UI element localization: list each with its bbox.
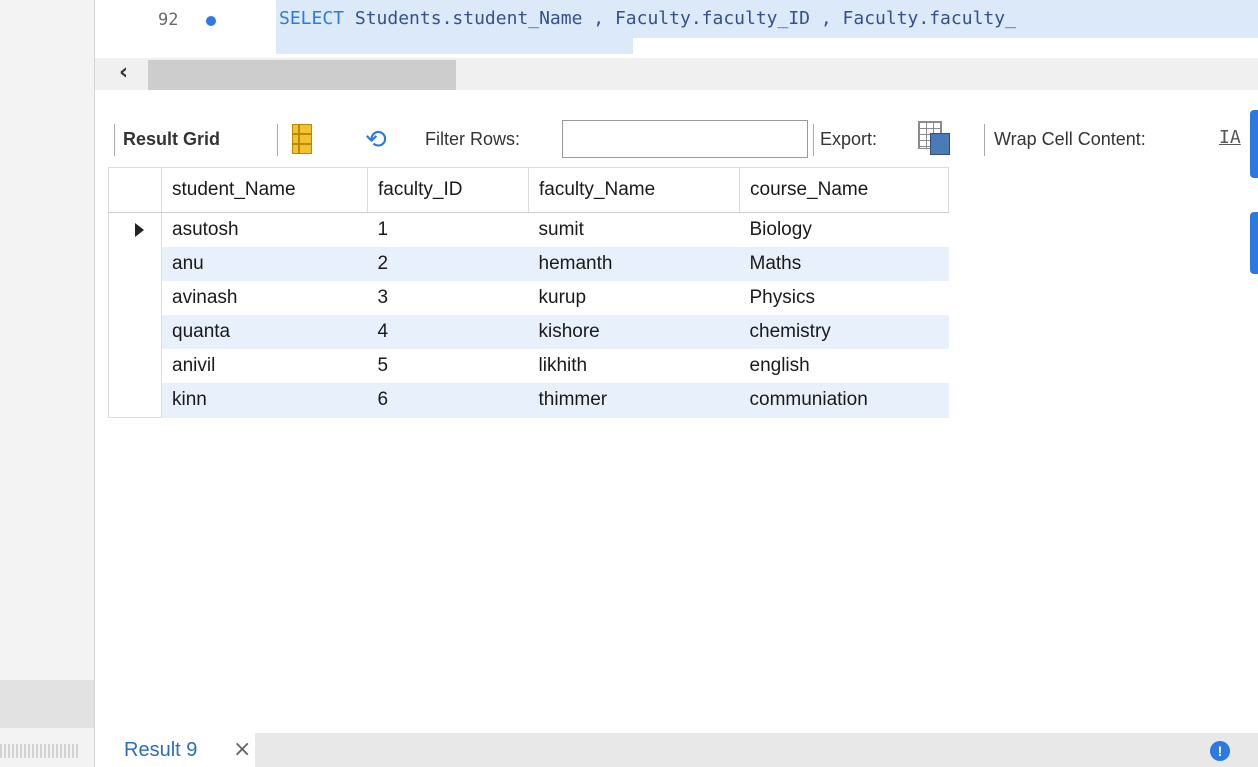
left-gutter: [0, 0, 94, 767]
column-header[interactable]: student_Name: [161, 167, 368, 213]
row-marker[interactable]: [108, 212, 162, 247]
cell-course-name[interactable]: Maths: [739, 247, 949, 281]
result-tab-label: Result 9: [124, 739, 198, 761]
result-tab[interactable]: Result 9 ×: [95, 733, 255, 767]
column-header[interactable]: faculty_ID: [367, 167, 529, 213]
cell-faculty-name[interactable]: thimmer: [528, 383, 740, 418]
export-icon[interactable]: [918, 121, 950, 155]
toolbar-separator: [984, 124, 985, 156]
cell-faculty-name[interactable]: kurup: [529, 281, 740, 315]
table-row[interactable]: quanta 4 kishore chemistry: [108, 315, 949, 349]
cell-faculty-name[interactable]: sumit: [529, 213, 740, 248]
toolbar-separator: [813, 124, 814, 156]
grid-header-row: student_Name faculty_ID faculty_Name cou…: [108, 167, 949, 213]
result-toolbar: Result Grid ⟲ Filter Rows: Export: Wrap …: [114, 118, 1258, 160]
sql-editor[interactable]: 92 SELECT Students.student_Name , Facult…: [95, 0, 1258, 54]
toolbar-separator: [114, 124, 115, 156]
cell-course-name[interactable]: communiation: [739, 383, 949, 418]
cell-course-name[interactable]: Biology: [740, 213, 949, 248]
table-row[interactable]: anivil 5 likhith english: [108, 349, 949, 383]
column-header[interactable]: faculty_Name: [528, 167, 740, 213]
chevron-left-icon[interactable]: ‹: [119, 60, 128, 85]
cell-course-name[interactable]: english: [740, 349, 949, 383]
cell-faculty-name[interactable]: hemanth: [528, 247, 740, 281]
toolbar-separator: [277, 124, 278, 156]
cell-faculty-id[interactable]: 4: [367, 315, 529, 349]
cell-student-name[interactable]: anu: [161, 247, 368, 281]
table-row[interactable]: anu 2 hemanth Maths: [108, 247, 949, 281]
cell-faculty-id[interactable]: 5: [368, 349, 529, 383]
wrap-cell-label: Wrap Cell Content:: [994, 129, 1146, 149]
cell-faculty-id[interactable]: 3: [368, 281, 529, 315]
line-number: 92: [158, 10, 179, 30]
gutter-divider: [94, 0, 95, 767]
export-label: Export:: [820, 129, 878, 149]
row-marker[interactable]: [108, 315, 162, 349]
result-grid: student_Name faculty_ID faculty_Name cou…: [108, 167, 949, 418]
table-row[interactable]: kinn 6 thimmer communiation: [108, 383, 949, 418]
row-marker[interactable]: [108, 247, 162, 281]
gutter-panel: [0, 680, 94, 728]
refresh-icon[interactable]: ⟲: [365, 124, 387, 155]
filter-rows-label: Filter Rows:: [425, 129, 521, 149]
side-panel-tab[interactable]: [1250, 212, 1258, 274]
text-selection-tail: [276, 38, 633, 54]
cell-faculty-name[interactable]: kishore: [528, 315, 740, 349]
filter-rows-input[interactable]: [562, 120, 808, 158]
current-row-icon: [135, 223, 144, 237]
row-marker-header: [108, 167, 162, 213]
result-grid-icon[interactable]: [292, 124, 312, 154]
scrollbar-thumb[interactable]: [148, 60, 456, 90]
cell-faculty-id[interactable]: 6: [367, 383, 529, 418]
table-row[interactable]: avinash 3 kurup Physics: [108, 281, 949, 315]
sql-text: Students.student_Name , Faculty.faculty_…: [344, 8, 1016, 29]
execution-marker-icon: [206, 16, 216, 26]
row-marker[interactable]: [108, 281, 162, 315]
sql-statement[interactable]: SELECT Students.student_Name , Faculty.f…: [279, 8, 1016, 29]
cell-faculty-name[interactable]: likhith: [529, 349, 740, 383]
result-grid-button[interactable]: Result Grid: [123, 129, 220, 150]
row-marker[interactable]: [108, 383, 162, 418]
gutter-resize-handle[interactable]: [0, 744, 78, 758]
export-disk: [930, 133, 950, 155]
cell-student-name[interactable]: kinn: [161, 383, 368, 418]
sql-keyword: SELECT: [279, 8, 345, 29]
side-panel-tab[interactable]: [1250, 110, 1258, 178]
row-marker[interactable]: [108, 349, 162, 383]
table-row[interactable]: asutosh 1 sumit Biology: [108, 212, 949, 248]
wrap-cell-icon[interactable]: IA: [1219, 127, 1241, 148]
result-tab-strip: Result 9 × !: [95, 733, 1258, 767]
cell-faculty-id[interactable]: 2: [367, 247, 529, 281]
info-icon[interactable]: !: [1210, 741, 1230, 761]
cell-student-name[interactable]: quanta: [161, 315, 368, 349]
cell-student-name[interactable]: anivil: [162, 349, 368, 383]
cell-course-name[interactable]: chemistry: [739, 315, 949, 349]
column-header[interactable]: course_Name: [739, 167, 949, 213]
close-icon[interactable]: ×: [233, 737, 251, 762]
horizontal-scrollbar[interactable]: ‹: [95, 58, 1258, 90]
cell-course-name[interactable]: Physics: [740, 281, 949, 315]
cell-student-name[interactable]: avinash: [162, 281, 368, 315]
cell-student-name[interactable]: asutosh: [162, 213, 368, 248]
cell-faculty-id[interactable]: 1: [368, 213, 529, 248]
